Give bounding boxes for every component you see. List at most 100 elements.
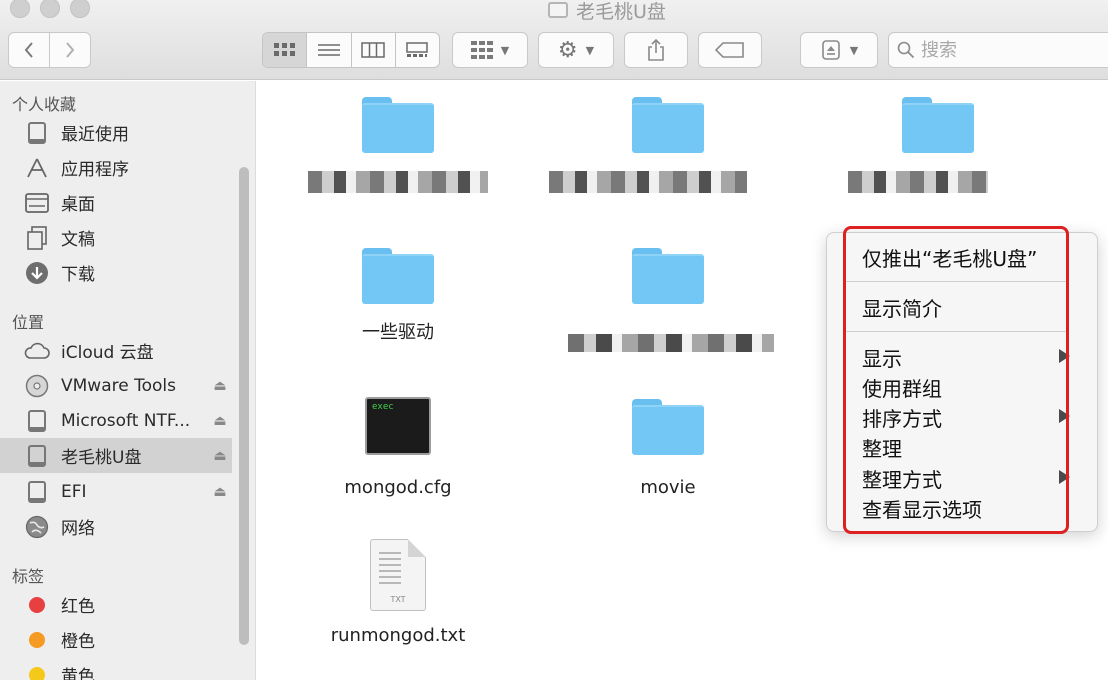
- sidebar-item-network[interactable]: 网络: [0, 509, 232, 544]
- group-icon: [470, 41, 493, 59]
- eject-icon[interactable]: ⏏: [208, 484, 232, 500]
- file-item-mongod-cfg[interactable]: exec mongod.cfg: [298, 397, 498, 498]
- eject-icon[interactable]: ⏏: [208, 448, 232, 464]
- obscured-filename: [568, 334, 774, 352]
- columns-icon: [361, 42, 385, 58]
- folder-icon: [362, 97, 434, 153]
- locations-heading: 位置: [12, 313, 45, 332]
- file-extension-label: TXT: [390, 595, 406, 604]
- eject-icon[interactable]: ⏏: [208, 413, 232, 429]
- sidebar-item-desktop[interactable]: 桌面: [0, 185, 232, 220]
- eject-icon[interactable]: ⏏: [208, 378, 232, 394]
- tag-button[interactable]: [698, 32, 762, 68]
- search-field[interactable]: [888, 32, 1108, 68]
- sidebar-item-recents[interactable]: 最近使用: [0, 115, 232, 150]
- minimize-window-button[interactable]: [40, 0, 60, 18]
- zoom-window-button[interactable]: [70, 0, 90, 18]
- gallery-view-button[interactable]: [396, 33, 439, 67]
- desktop-icon: [24, 191, 50, 215]
- list-view-button[interactable]: [307, 33, 352, 67]
- search-icon: [897, 41, 915, 59]
- sidebar-item-label: 下载: [61, 265, 95, 285]
- orange-tag-dot-icon: [24, 628, 50, 652]
- list-icon: [317, 44, 340, 56]
- sidebar-item-tag-yellow[interactable]: 黄色: [0, 657, 232, 680]
- sidebar-item-label: iCloud 云盘: [61, 343, 154, 363]
- sidebar-item-label: 黄色: [61, 667, 95, 680]
- file-item-folder[interactable]: 一些驱动: [298, 248, 498, 344]
- sidebar-item-downloads[interactable]: 下载: [0, 255, 232, 290]
- action-button[interactable]: ⚙ ▼: [538, 32, 614, 68]
- file-item-folder[interactable]: [298, 97, 498, 197]
- sidebar-item-icloud[interactable]: iCloud 云盘: [0, 333, 232, 368]
- sidebar-item-laomaotao-usb[interactable]: 老毛桃U盘 ⏏: [0, 438, 232, 473]
- sidebar-item-label: Microsoft NTF...: [61, 410, 191, 431]
- terminal-file-icon: exec: [365, 397, 431, 455]
- sidebar-item-label: 桌面: [61, 195, 95, 215]
- search-input[interactable]: [921, 39, 1071, 61]
- sidebar-item-label: 最近使用: [61, 125, 129, 145]
- disk-icon: [548, 2, 568, 18]
- obscured-filename: [549, 171, 747, 193]
- sidebar-item-label: 文稿: [61, 230, 95, 250]
- favorites-heading: 个人收藏: [12, 95, 77, 114]
- file-item-folder[interactable]: movie: [568, 399, 768, 498]
- tag-icon: [715, 42, 744, 58]
- chevron-down-icon: ▼: [849, 43, 859, 57]
- column-view-button[interactable]: [352, 33, 396, 67]
- forward-button[interactable]: [49, 32, 91, 68]
- file-item-folder[interactable]: [568, 248, 774, 356]
- download-icon: [24, 261, 50, 285]
- sidebar-item-applications[interactable]: 应用程序: [0, 150, 232, 185]
- file-name: movie: [640, 477, 696, 498]
- view-mode-segmented-control[interactable]: [262, 32, 440, 68]
- disc-icon: [24, 374, 50, 398]
- cloud-icon: [24, 339, 50, 363]
- file-name: mongod.cfg: [344, 477, 452, 498]
- obscured-filename: [848, 171, 988, 193]
- sidebar-scrollbar[interactable]: [239, 167, 249, 645]
- icon-view-button[interactable]: [263, 33, 308, 67]
- group-by-button[interactable]: ▼: [452, 32, 528, 68]
- sidebar-item-label: 网络: [61, 519, 95, 539]
- chevron-down-icon: ▼: [500, 43, 510, 57]
- sidebar-item-label: 老毛桃U盘: [61, 448, 142, 468]
- red-tag-dot-icon: [24, 593, 50, 617]
- gallery-icon: [406, 42, 429, 57]
- sidebar-item-tag-red[interactable]: 红色: [0, 587, 232, 622]
- disk-icon: [24, 480, 50, 504]
- sidebar: 个人收藏 最近使用 应用程序 桌面 文稿 下载 位置 iCloud 云盘 VMw…: [0, 81, 256, 680]
- sidebar-item-label: EFI: [61, 481, 87, 502]
- chevron-right-icon: [66, 42, 75, 58]
- window-toolbar: 老毛桃U盘 ▼ ⚙ ▼ ▼: [0, 0, 1108, 80]
- folder-icon: [632, 97, 704, 153]
- eject-button[interactable]: ▼: [800, 32, 878, 68]
- close-window-button[interactable]: [10, 0, 30, 18]
- sidebar-item-efi[interactable]: EFI ⏏: [0, 474, 232, 509]
- obscured-filename: [308, 171, 488, 193]
- file-name: 一些驱动: [362, 322, 434, 343]
- file-item-folder[interactable]: [838, 97, 1038, 197]
- sidebar-item-label: 红色: [61, 597, 95, 617]
- file-item-runmongod-txt[interactable]: TXT runmongod.txt: [298, 539, 498, 646]
- text-file-icon: TXT: [370, 539, 426, 611]
- folder-icon: [362, 248, 434, 304]
- chevron-left-icon: [24, 42, 33, 58]
- yellow-tag-dot-icon: [24, 663, 50, 680]
- sidebar-item-microsoft-ntfs[interactable]: Microsoft NTF... ⏏: [0, 403, 232, 438]
- share-button[interactable]: [624, 32, 688, 68]
- grid-icon: [273, 43, 295, 56]
- folder-icon: [632, 248, 704, 304]
- sidebar-item-label: VMware Tools: [61, 375, 176, 396]
- disk-icon: [24, 409, 50, 433]
- sidebar-item-vmware-tools[interactable]: VMware Tools ⏏: [0, 368, 232, 403]
- sidebar-item-label: 应用程序: [61, 160, 129, 180]
- clock-icon: [24, 121, 50, 145]
- file-item-folder[interactable]: [549, 97, 768, 197]
- sidebar-item-tag-orange[interactable]: 橙色: [0, 622, 232, 657]
- chevron-down-icon: ▼: [585, 43, 595, 57]
- sidebar-item-documents[interactable]: 文稿: [0, 220, 232, 255]
- window-title-text: 老毛桃U盘: [576, 0, 666, 23]
- tags-heading: 标签: [12, 567, 45, 586]
- back-button[interactable]: [8, 32, 50, 68]
